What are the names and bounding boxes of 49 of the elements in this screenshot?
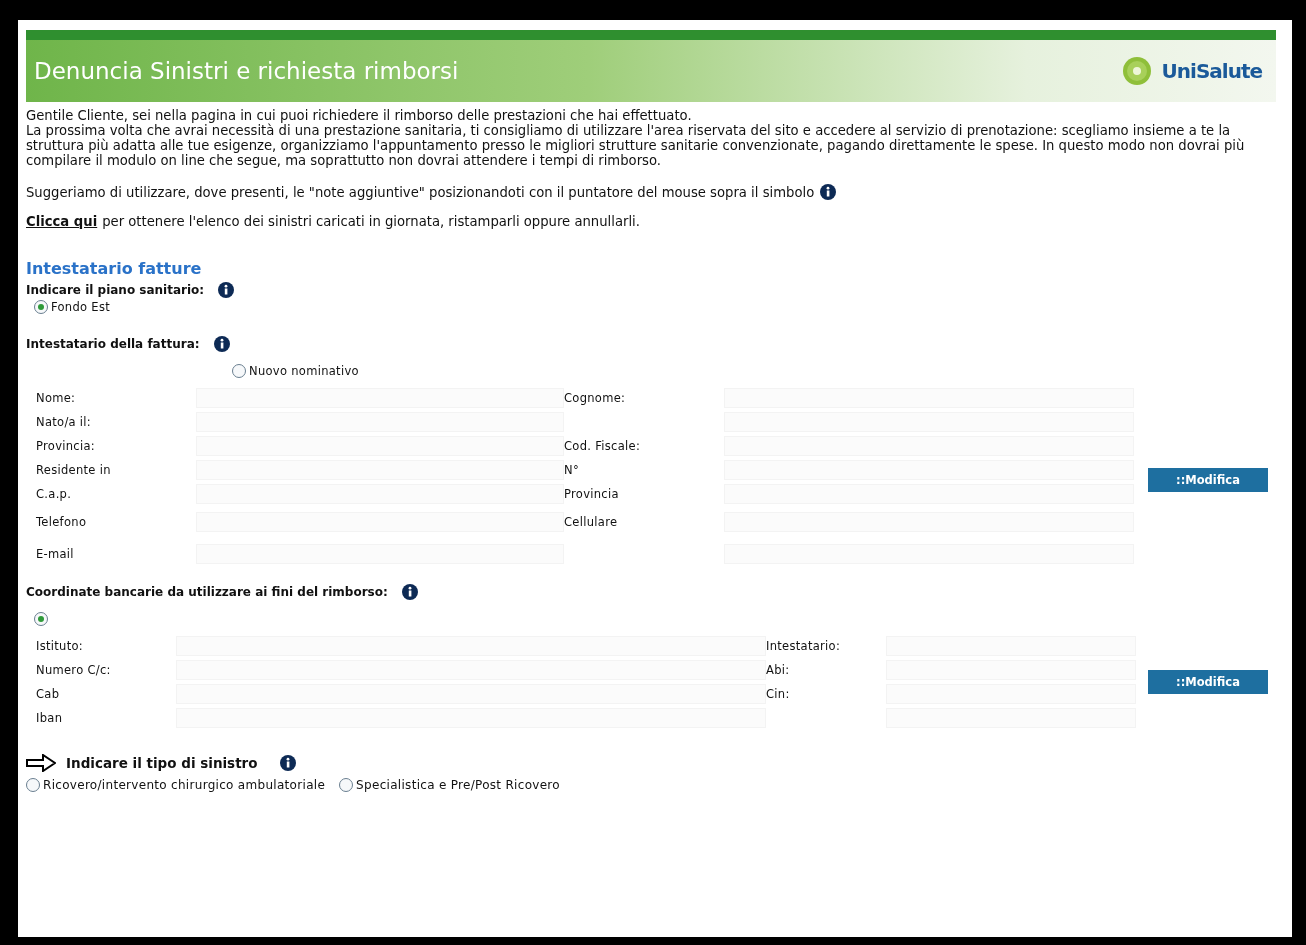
field-label: Abi: xyxy=(766,663,791,677)
section-title: Intestatario fatture xyxy=(26,259,203,278)
arrow-icon xyxy=(26,754,56,772)
field-label: Nato/a il: xyxy=(36,415,93,429)
field-label: Numero C/c: xyxy=(36,663,112,677)
info-icon xyxy=(279,755,296,771)
field-label: Telefono xyxy=(36,515,88,529)
radio-label[interactable]: Ricovero/intervento chirurgico ambulatoriale xyxy=(43,778,326,792)
modifica-button[interactable]: ::Modifica xyxy=(1148,670,1268,694)
note-text: Suggeriamo di utilizzare, dove presenti, le "note aggiuntive" posizionandoti con il puntatore del mouse sopra il simbolo xyxy=(26,184,815,200)
intro-paragraph: Gentile Cliente, sei nella pagina in cui puoi richiedere il rimborso delle prestazioni che hai effettuato. xyxy=(26,108,693,123)
modifica-button[interactable]: ::Modifica xyxy=(1148,468,1268,492)
info-icon xyxy=(213,336,230,352)
info-icon xyxy=(820,184,837,200)
field-label: Cognome: xyxy=(564,391,627,405)
field-label: Indicare il piano sanitario: xyxy=(26,283,205,297)
field-label: C.a.p. xyxy=(36,487,73,501)
field-label: Provincia xyxy=(564,487,620,501)
field-label: Coordinate bancarie da utilizzare ai fini del rimborso: xyxy=(26,585,388,599)
kiwi-logo-icon xyxy=(1121,56,1152,86)
logo-text: UniSalute xyxy=(1161,59,1262,83)
intro-paragraph: La prossima volta che avrai necessità di una prestazione sanitaria, ti consigliamo di utilizzare l'area riservata del sito e accedere al servizio di prenotazione: scegliamo insieme a te la struttura più adatta alle tue esigenze, organizziamo l'appuntamento presso le migliori strutture sanitarie convenzionate, pagando direttamente le spese. In questo modo non dovrai più compilare il modulo on line che segue, ma soprattutto non dovrai attendere i tempi di rimborso. xyxy=(26,123,1246,168)
field-label: Cin: xyxy=(766,687,791,701)
radio-button[interactable] xyxy=(339,778,354,792)
field-label: E-mail xyxy=(36,547,75,561)
page-title: Denuncia Sinistri e richiesta rimborsi xyxy=(34,58,460,84)
clicca-qui-link[interactable]: Clicca qui xyxy=(26,214,98,229)
field-label: Iban xyxy=(36,711,64,725)
link-description: per ottenere l'elenco dei sinistri caricati in giornata, ristamparli oppure annullarli. xyxy=(102,214,640,229)
radio-label[interactable]: Fondo Est xyxy=(51,300,110,314)
radio-button[interactable] xyxy=(34,612,48,626)
field-label: Nome: xyxy=(36,391,77,405)
field-label: Cod. Fiscale: xyxy=(564,439,642,453)
section-heading: Indicare il tipo di sinistro xyxy=(66,755,258,771)
radio-label[interactable]: Specialistica e Pre/Post Ricovero xyxy=(356,778,560,792)
field-label: Provincia: xyxy=(36,439,96,453)
radio-button[interactable] xyxy=(232,364,246,378)
field-label: Intestatario della fattura: xyxy=(26,337,200,351)
field-label: Residente in xyxy=(36,463,112,477)
info-icon xyxy=(401,584,418,600)
radio-label[interactable]: Nuovo nominativo xyxy=(249,364,359,378)
radio-button[interactable] xyxy=(34,300,48,314)
field-label: N° xyxy=(564,463,580,477)
info-icon xyxy=(218,282,235,298)
radio-button[interactable] xyxy=(26,778,40,792)
field-label: Istituto: xyxy=(36,639,84,653)
field-label: Cellulare xyxy=(564,515,619,529)
field-label: Cab xyxy=(36,687,61,701)
field-label: Intestatario: xyxy=(766,639,842,653)
